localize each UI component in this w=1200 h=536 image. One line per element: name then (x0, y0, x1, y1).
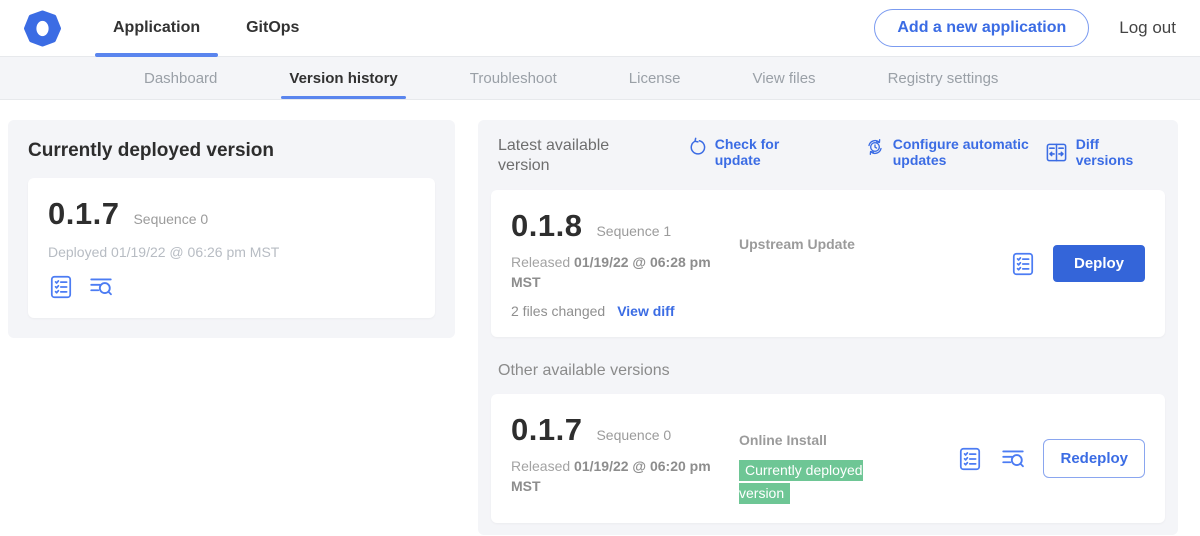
other-version-number: 0.1.7 (511, 412, 582, 448)
tab-application[interactable]: Application (95, 0, 218, 56)
release-notes-icon[interactable] (957, 446, 983, 472)
main-content: Currently deployed version 0.1.7 Sequenc… (0, 100, 1200, 535)
subnav-item-version-history[interactable]: Version history (287, 57, 399, 99)
latest-version-number: 0.1.8 (511, 208, 582, 244)
subnav-item-dashboard[interactable]: Dashboard (142, 57, 219, 99)
deployed-version-number: 0.1.7 (48, 196, 119, 232)
other-source-label: Online Install (739, 432, 827, 448)
latest-available-panel: Latest available version Check for updat… (478, 120, 1178, 535)
refresh-icon (687, 137, 707, 157)
subnav-item-view-files[interactable]: View files (750, 57, 817, 99)
latest-source-label: Upstream Update (739, 236, 855, 252)
tab-gitops[interactable]: GitOps (228, 0, 317, 56)
latest-panel-title: Latest available version (498, 136, 645, 176)
add-application-button[interactable]: Add a new application (874, 9, 1089, 47)
subnav-item-registry-settings[interactable]: Registry settings (886, 57, 1001, 99)
files-changed-label: 2 files changed (511, 303, 605, 319)
release-notes-icon[interactable] (1010, 251, 1036, 277)
currently-deployed-panel: Currently deployed version 0.1.7 Sequenc… (8, 120, 455, 338)
diff-versions-link[interactable]: Diff versions (1045, 136, 1158, 168)
configure-automatic-updates-link[interactable]: Configure automatic updates (865, 136, 1045, 168)
subnav-item-troubleshoot[interactable]: Troubleshoot (468, 57, 559, 99)
latest-sequence-label: Sequence 1 (596, 223, 671, 239)
logout-link[interactable]: Log out (1119, 18, 1176, 38)
topnav-spacer (317, 0, 874, 56)
latest-released-timestamp: Released 01/19/22 @ 06:28 pm MST (511, 253, 726, 292)
view-logs-icon[interactable] (88, 274, 114, 300)
check-for-update-link[interactable]: Check for update (687, 136, 787, 168)
deployed-timestamp: Deployed 01/19/22 @ 06:26 pm MST (48, 244, 415, 260)
redeploy-button[interactable]: Redeploy (1043, 439, 1145, 478)
latest-version-card: 0.1.8 Sequence 1 Released 01/19/22 @ 06:… (491, 190, 1165, 337)
deploy-button[interactable]: Deploy (1053, 245, 1145, 282)
view-logs-icon[interactable] (1000, 446, 1026, 472)
diff-versions-label: Diff versions (1076, 136, 1158, 168)
subnav-item-license[interactable]: License (627, 57, 683, 99)
check-for-update-label: Check for update (715, 136, 787, 168)
sub-nav: Dashboard Version history Troubleshoot L… (0, 57, 1200, 100)
other-released-timestamp: Released 01/19/22 @ 06:20 pm MST (511, 457, 726, 496)
deployed-sequence-label: Sequence 0 (133, 211, 208, 227)
top-nav: Application GitOps Add a new application… (0, 0, 1200, 57)
other-version-card: 0.1.7 Sequence 0 Released 01/19/22 @ 06:… (491, 394, 1165, 523)
currently-deployed-badge: Currently deployed version (739, 460, 863, 504)
auto-update-icon (865, 137, 885, 157)
diff-icon (1045, 141, 1068, 164)
configure-automatic-updates-label: Configure automatic updates (893, 136, 1045, 168)
other-versions-title: Other available versions (498, 362, 1158, 380)
other-sequence-label: Sequence 0 (596, 427, 671, 443)
deployed-panel-title: Currently deployed version (28, 140, 435, 162)
deployed-version-card: 0.1.7 Sequence 0 Deployed 01/19/22 @ 06:… (28, 178, 435, 318)
release-notes-icon[interactable] (48, 274, 74, 300)
view-diff-link[interactable]: View diff (617, 303, 674, 319)
app-logo-icon (24, 0, 61, 56)
